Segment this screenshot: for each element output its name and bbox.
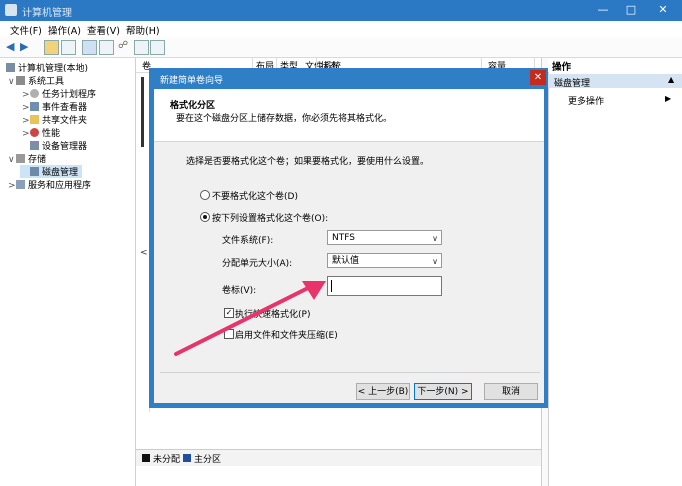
dialog-close-button[interactable]: ✕ xyxy=(530,70,546,85)
dialog-header: 格式化分区 要在这个磁盘分区上储存数据，你必须先将其格式化。 xyxy=(154,89,544,142)
scroll-left-icon[interactable]: < xyxy=(140,248,148,258)
chevron-down-icon: ∨ xyxy=(432,234,438,243)
annotation-arrow-icon xyxy=(174,281,326,356)
device-manager-icon xyxy=(30,141,39,150)
chevron-right-icon[interactable]: > xyxy=(22,116,30,126)
radio-no-format[interactable] xyxy=(200,190,210,200)
title-bar: 计算机管理 — □ ✕ xyxy=(0,0,682,21)
tree-item-computer-management[interactable]: 计算机管理(本地) xyxy=(6,61,88,74)
tree-item-disk-management[interactable]: 磁盘管理 xyxy=(20,165,83,178)
event-viewer-icon xyxy=(30,102,39,111)
tree-item-device-manager[interactable]: 设备管理器 xyxy=(30,139,87,152)
dialog-separator xyxy=(160,372,540,373)
computer-icon xyxy=(6,63,15,72)
menu-view[interactable]: 查看(V) xyxy=(87,23,120,37)
computer-management-icon xyxy=(5,4,17,16)
radio-format[interactable] xyxy=(200,212,210,222)
toolbar: ◀ ▶ ☍ xyxy=(0,37,682,58)
menu-file[interactable]: 文件(F) xyxy=(10,23,42,37)
submenu-arrow-icon: ▶ xyxy=(665,94,672,103)
back-arrow-icon[interactable]: ◀ xyxy=(6,40,14,53)
primary-swatch xyxy=(183,454,191,462)
connect-icon[interactable]: ☍ xyxy=(118,40,131,53)
disk-icon xyxy=(30,167,39,176)
chevron-right-icon[interactable]: > xyxy=(22,103,30,113)
minimize-button[interactable]: — xyxy=(592,3,614,17)
tree-item-system-tools[interactable]: ∨ 系统工具 xyxy=(8,74,64,87)
shared-folder-icon xyxy=(30,115,39,124)
tree-item-performance[interactable]: > 性能 xyxy=(22,126,60,139)
tree-item-task-scheduler[interactable]: > 任务计划程序 xyxy=(22,87,96,100)
help-icon[interactable] xyxy=(82,40,97,55)
chevron-right-icon[interactable]: > xyxy=(8,181,16,191)
storage-icon xyxy=(16,154,25,163)
window-title: 计算机管理 xyxy=(22,8,72,19)
services-icon xyxy=(16,180,25,189)
disk-legend: 未分配 主分区 xyxy=(136,449,544,466)
menu-bar: 文件(F) 操作(A) 查看(V) 帮助(H) xyxy=(0,21,682,37)
chevron-down-icon[interactable]: ∨ xyxy=(8,77,16,87)
check-icon[interactable] xyxy=(134,40,149,55)
dialog-header-subtitle: 要在这个磁盘分区上储存数据，你必须先将其格式化。 xyxy=(176,114,393,124)
console-tree-icon[interactable] xyxy=(61,40,76,55)
tools-icon xyxy=(16,76,25,85)
forward-arrow-icon[interactable]: ▶ xyxy=(20,40,28,53)
chevron-down-icon[interactable]: ∨ xyxy=(8,155,16,165)
legend-primary: 主分区 xyxy=(194,455,222,465)
filesystem-select[interactable]: NTFS ∨ xyxy=(327,230,442,245)
properties-icon[interactable] xyxy=(99,40,114,55)
chevron-right-icon[interactable]: > xyxy=(22,90,30,100)
clock-icon xyxy=(30,89,39,98)
unallocated-swatch xyxy=(142,454,150,462)
actions-title: 操作 xyxy=(548,58,682,73)
more-actions-link[interactable]: 更多操作 xyxy=(568,94,604,107)
folder-up-icon[interactable] xyxy=(44,40,59,55)
chevron-down-icon: ∨ xyxy=(432,257,438,266)
menu-action[interactable]: 操作(A) xyxy=(48,23,81,37)
tree-item-shared-folders[interactable]: > 共享文件夹 xyxy=(22,113,87,126)
cancel-button[interactable]: 取消 xyxy=(484,383,538,400)
allocation-unit-select[interactable]: 默认值 ∨ xyxy=(327,253,442,268)
chevron-right-icon[interactable]: > xyxy=(22,129,30,139)
dialog-prompt: 选择是否要格式化这个卷；如果要格式化，要使用什么设置。 xyxy=(186,157,430,167)
collapse-up-icon[interactable]: ▲ xyxy=(668,75,674,84)
radio-no-format-label[interactable]: 不要格式化这个卷(D) xyxy=(212,189,298,202)
tree-item-event-viewer[interactable]: > 事件查看器 xyxy=(22,100,87,113)
menu-help[interactable]: 帮助(H) xyxy=(126,23,160,37)
performance-icon xyxy=(30,128,39,137)
radio-format-label[interactable]: 按下列设置格式化这个卷(O): xyxy=(212,211,328,224)
back-button[interactable]: < 上一步(B) xyxy=(356,383,410,400)
close-window-button[interactable]: ✕ xyxy=(652,3,674,17)
console-tree: 计算机管理(本地) ∨ 系统工具 > 任务计划程序 > 事件查看器 > 共享文件夹 > 性… xyxy=(0,58,136,486)
allocation-unit-label: 分配单元大小(A): xyxy=(222,259,293,269)
view-icon[interactable] xyxy=(150,40,165,55)
actions-section-disk-management[interactable]: 磁盘管理 ▲ xyxy=(548,74,682,89)
maximize-button[interactable]: □ xyxy=(620,3,642,17)
volume-label-input[interactable] xyxy=(327,276,442,296)
tree-item-storage[interactable]: ∨ 存储 xyxy=(8,152,46,165)
tree-item-services-apps[interactable]: > 服务和应用程序 xyxy=(8,178,91,191)
arrow-shaft xyxy=(174,286,310,356)
dialog-title: 新建简单卷向导 xyxy=(160,76,224,86)
actions-pane xyxy=(548,58,682,486)
dialog-header-title: 格式化分区 xyxy=(170,101,216,111)
next-button[interactable]: 下一步(N) > xyxy=(414,383,472,400)
text-cursor xyxy=(331,280,332,292)
filesystem-label: 文件系统(F): xyxy=(222,236,274,246)
legend-unallocated: 未分配 xyxy=(153,455,181,465)
